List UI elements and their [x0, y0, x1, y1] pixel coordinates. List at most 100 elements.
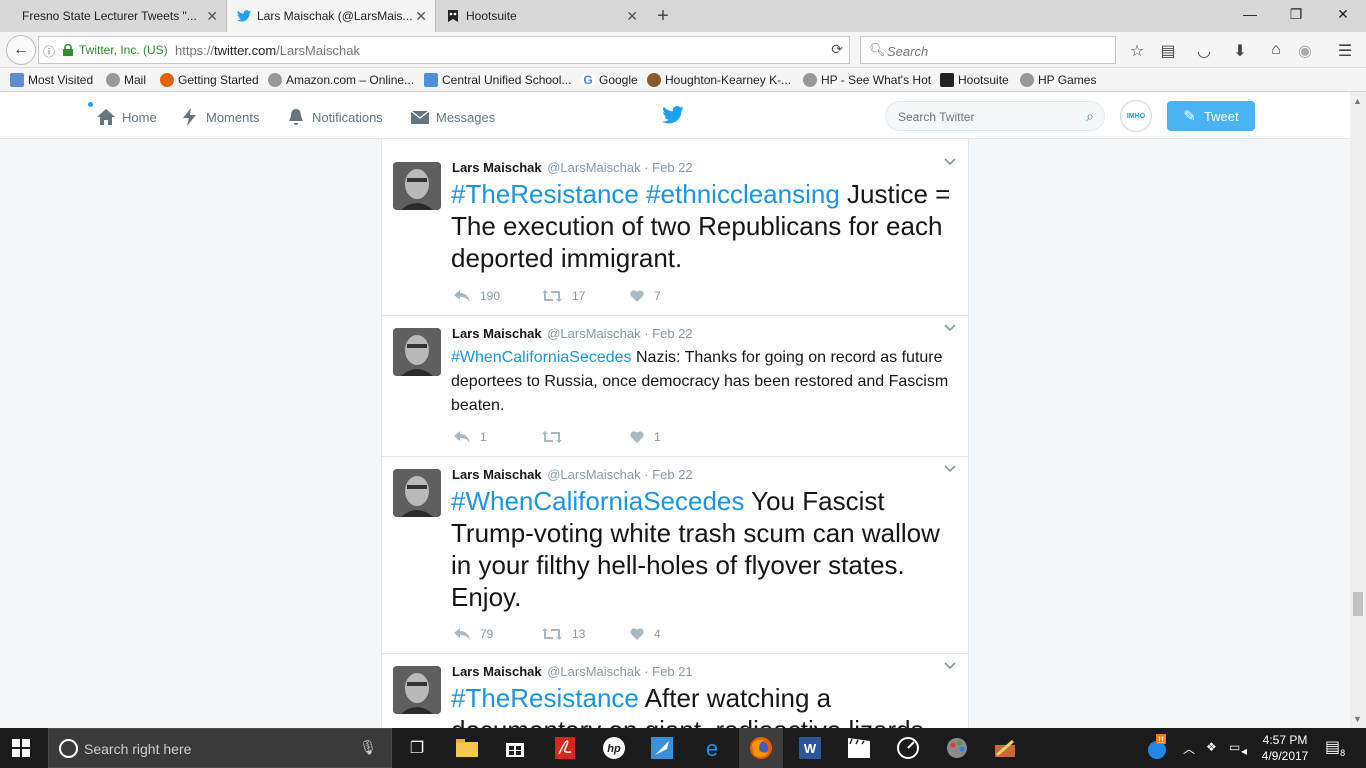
bookmark-hp-whats-hot[interactable]: HP - See What's Hot: [803, 73, 931, 87]
hp-icon[interactable]: hp: [602, 736, 626, 760]
browser-search-box[interactable]: 🔍︎ Search: [860, 36, 1116, 64]
dropbox-icon[interactable]: ❖: [1206, 740, 1217, 754]
chevron-down-icon[interactable]: [944, 662, 956, 670]
minimize-icon[interactable]: —: [1240, 6, 1260, 22]
hashtag-link[interactable]: #WhenCaliforniaSecedes: [451, 349, 632, 366]
like-button[interactable]: 4: [630, 627, 718, 641]
url-bar[interactable]: ⓘ Twitter, Inc. (US) https://twitter.com…: [38, 36, 850, 64]
restore-icon[interactable]: ❐: [1286, 6, 1306, 23]
tweet-item[interactable]: Lars Maischak @LarsMaischak · Feb 21 #Th…: [382, 654, 968, 728]
bookmark-google[interactable]: G Google: [581, 73, 638, 87]
window-close-icon[interactable]: ✕: [1333, 6, 1353, 23]
new-tab-icon[interactable]: +: [652, 5, 674, 28]
rocket-app-icon[interactable]: [650, 736, 674, 760]
reply-button[interactable]: 79: [454, 627, 542, 641]
author-avatar[interactable]: [393, 666, 441, 714]
close-icon[interactable]: ✕: [626, 8, 638, 25]
speed-app-icon[interactable]: [896, 736, 920, 760]
bookmark-hp-games[interactable]: HP Games: [1020, 73, 1096, 87]
home-icon[interactable]: ⌂: [1266, 41, 1286, 59]
info-icon[interactable]: ⓘ: [43, 43, 55, 60]
site-identity[interactable]: Twitter, Inc. (US): [79, 43, 168, 57]
scroll-down-icon[interactable]: ▼: [1353, 714, 1362, 724]
reload-icon[interactable]: ⟳: [831, 41, 843, 58]
chevron-up-icon[interactable]: ︿: [1183, 740, 1195, 757]
menu-icon[interactable]: ☰: [1335, 41, 1355, 61]
cortana-search-input[interactable]: Search right here 🎙︎: [48, 728, 392, 768]
windows-start-icon[interactable]: [12, 739, 30, 757]
hashtag-link[interactable]: #TheResistance: [451, 683, 639, 713]
retweet-button[interactable]: 13: [542, 627, 630, 641]
back-button[interactable]: ←: [6, 35, 36, 65]
author-name[interactable]: Lars Maischak: [452, 160, 542, 175]
hashtag-link[interactable]: #WhenCaliforniaSecedes: [451, 486, 744, 516]
firefox-taskbar-icon[interactable]: [739, 728, 783, 768]
tweet-item[interactable]: Lars Maischak @LarsMaischak · Feb 22 #Wh…: [382, 457, 968, 654]
retweet-button[interactable]: 17: [542, 289, 630, 303]
action-center-icon[interactable]: ▤8: [1325, 737, 1345, 758]
tab-fresno[interactable]: Fresno State Lecturer Tweets "... ✕: [0, 0, 226, 32]
author-avatar[interactable]: [393, 469, 441, 517]
tray-app-icon[interactable]: !!: [1146, 734, 1168, 765]
like-button[interactable]: 1: [630, 430, 718, 444]
bookmark-most-visited[interactable]: Most Visited: [10, 73, 93, 87]
nav-messages[interactable]: Messages: [410, 108, 495, 126]
edge-icon[interactable]: e: [700, 736, 724, 760]
twitter-search-input[interactable]: Search Twitter ⌕: [885, 101, 1105, 131]
author-handle[interactable]: @LarsMaischak · Feb 22: [547, 326, 692, 341]
chevron-down-icon[interactable]: [944, 324, 956, 332]
tweet-item[interactable]: Lars Maischak @LarsMaischak · Feb 22 #Th…: [382, 150, 968, 316]
profile-avatar[interactable]: IMHO: [1120, 100, 1152, 132]
author-handle[interactable]: @LarsMaischak · Feb 21: [547, 664, 692, 679]
tab-hootsuite[interactable]: Hootsuite ✕: [436, 0, 646, 32]
nav-notifications[interactable]: Notifications: [286, 108, 383, 126]
download-icon[interactable]: ⬇: [1230, 41, 1250, 61]
bookmark-hootsuite[interactable]: Hootsuite: [940, 73, 1009, 87]
bookmark-mail[interactable]: Mail: [106, 73, 146, 87]
tab-twitter[interactable]: Lars Maischak (@LarsMais... ✕: [226, 0, 436, 32]
nav-home[interactable]: Home: [88, 102, 157, 126]
author-handle[interactable]: @LarsMaischak · Feb 22: [547, 160, 692, 175]
tweet-button[interactable]: ✎ Tweet: [1167, 101, 1255, 131]
close-icon[interactable]: ✕: [206, 8, 218, 25]
reading-list-icon[interactable]: ▤: [1158, 41, 1178, 61]
like-button[interactable]: 7: [630, 289, 718, 303]
task-view-icon[interactable]: ❐: [405, 736, 429, 760]
volume-icon[interactable]: ◂: [1241, 744, 1247, 758]
pocket-icon[interactable]: ◡: [1194, 41, 1214, 61]
author-name[interactable]: Lars Maischak: [452, 664, 542, 679]
tools-icon[interactable]: [993, 736, 1017, 760]
bookmark-getting-started[interactable]: Getting Started: [160, 73, 259, 87]
tweet-item[interactable]: Lars Maischak @LarsMaischak · Feb 22 #Wh…: [382, 316, 968, 457]
acrobat-icon[interactable]: [553, 736, 577, 760]
author-avatar[interactable]: [393, 328, 441, 376]
store-icon[interactable]: [503, 736, 527, 760]
movie-maker-icon[interactable]: [847, 736, 871, 760]
microphone-icon[interactable]: 🎙︎: [359, 739, 377, 756]
close-icon[interactable]: ✕: [415, 8, 427, 25]
author-name[interactable]: Lars Maischak: [452, 326, 542, 341]
author-name[interactable]: Lars Maischak: [452, 467, 542, 482]
word-icon[interactable]: W: [798, 736, 822, 760]
retweet-button[interactable]: [542, 430, 630, 444]
scroll-up-icon[interactable]: ▲: [1353, 96, 1362, 106]
reply-button[interactable]: 190: [454, 289, 542, 303]
author-handle[interactable]: @LarsMaischak · Feb 22: [547, 467, 692, 482]
chevron-down-icon[interactable]: [944, 465, 956, 473]
search-icon[interactable]: ⌕: [1086, 108, 1094, 125]
hashtag-link[interactable]: #TheResistance #ethniccleansing: [451, 179, 840, 209]
url-text[interactable]: https://twitter.com/LarsMaischak: [175, 43, 360, 58]
twitter-logo-icon[interactable]: [662, 106, 684, 124]
bookmark-amazon[interactable]: Amazon.com – Online...: [268, 73, 414, 87]
reply-button[interactable]: 1: [454, 430, 542, 444]
bookmark-houghton[interactable]: Houghton-Kearney K-...: [647, 73, 791, 87]
scrollbar-thumb[interactable]: [1353, 592, 1363, 616]
paint-icon[interactable]: [945, 736, 969, 760]
profile-icon[interactable]: ◉: [1295, 41, 1315, 61]
page-scrollbar[interactable]: ▲ ▼: [1350, 92, 1366, 728]
bookmark-star-icon[interactable]: ☆: [1127, 41, 1147, 61]
file-explorer-icon[interactable]: [455, 736, 479, 760]
author-avatar[interactable]: [393, 162, 441, 210]
system-clock[interactable]: 4:57 PM 4/9/2017: [1255, 732, 1315, 764]
chevron-down-icon[interactable]: [944, 158, 956, 166]
